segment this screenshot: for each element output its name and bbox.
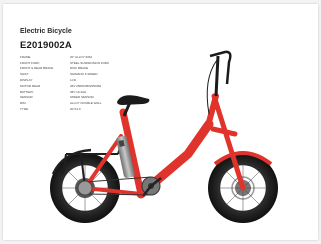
rear-cassette: [77, 180, 93, 196]
handlebar-stem: [214, 55, 220, 97]
electric-bicycle-image: [50, 50, 278, 223]
spec-sheet-page: Electric Bicycle E2019002A FRAME 20" ALLO…: [3, 4, 318, 240]
handlebar: [209, 50, 232, 85]
saddle: [117, 95, 150, 105]
chainring: [141, 176, 162, 197]
